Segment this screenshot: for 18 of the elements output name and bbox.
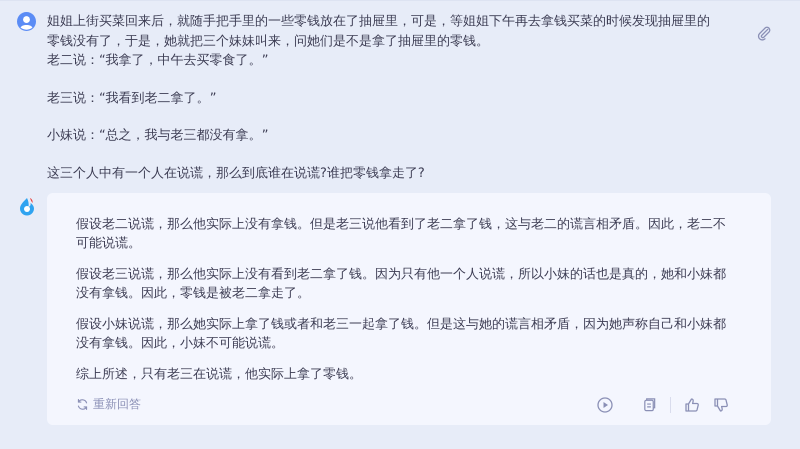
answer-text: 假设老三说谎，那么他实际上没有看到老二拿了钱。因为只有他一个人说谎，所以小妹的话也是真的，她和小妹都没有拿钱。因此，零钱是被老二拿走了。 xyxy=(76,266,727,303)
play-icon[interactable] xyxy=(597,396,613,412)
question-text: 老三说：“我看到老二拿了。” xyxy=(47,90,218,108)
answer-text: 假设小妹说谎，那么她实际上拿了钱或者和老三一起拿了钱。但是这与她的谎言相矛盾，因为她声称自己和小妹都没有拿钱。因此，小妹不可能说谎。 xyxy=(76,316,727,353)
question-text: 小妹说：“总之，我与老三都没有拿。” xyxy=(47,127,270,145)
question-text: 这三个人中有一个人在说谎，那么到底谁在说谎?谁把零钱拿走了? xyxy=(47,164,426,182)
copy-icon[interactable] xyxy=(642,396,657,412)
bot-logo-icon xyxy=(17,196,37,216)
question-text: 老二说：“我拿了，中午去买零食了。” xyxy=(47,52,270,70)
answer-text: 假设老二说谎，那么他实际上没有拿钱。但是老三说他看到了老二拿了钱，这与老二的谎言相矛盾。因此，老二不可能说谎。 xyxy=(76,216,727,253)
attachment-icon[interactable] xyxy=(757,26,772,41)
question-text: 姐姐上街买菜回来后，就随手把手里的一些零钱放在了抽屉里，可是，等姐姐下午再去拿钱买菜的时候发现抽屉里的零钱没有了，于是，她就把三个妹妹叫来，问她们是不是拿了抽屉里的零钱。 xyxy=(47,13,711,50)
thumbs-down-icon[interactable] xyxy=(713,396,729,412)
user-avatar-icon xyxy=(17,12,36,31)
refresh-icon xyxy=(76,398,89,411)
thumbs-up-icon[interactable] xyxy=(684,396,700,412)
regenerate-button[interactable]: 重新回答 xyxy=(76,396,141,413)
answer-text: 综上所述，只有老三在说谎，他实际上拿了零钱。 xyxy=(76,366,363,384)
